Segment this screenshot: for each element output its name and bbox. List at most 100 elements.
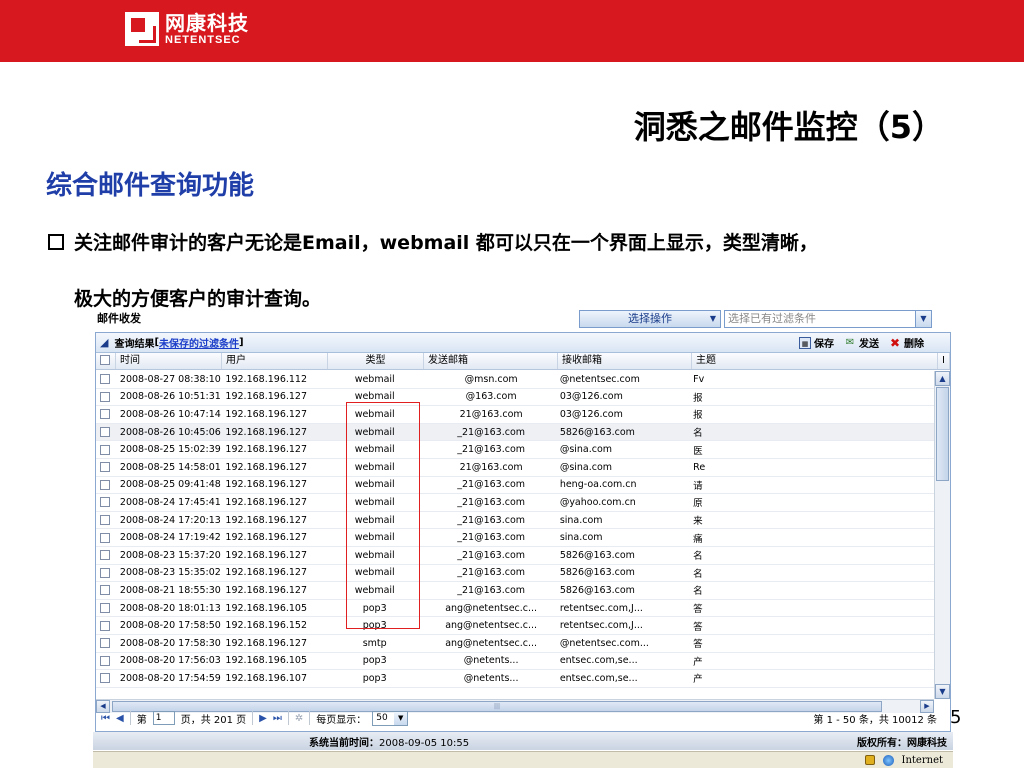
cell-user: 192.168.196.127 [225, 584, 308, 596]
row-checkbox[interactable] [100, 462, 110, 473]
delete-icon: ✖ [889, 335, 901, 350]
table-row[interactable]: 2008-08-20 17:58:30 192.168.196.127 smtp an… [96, 635, 934, 653]
save-button[interactable]: ▦ 保存 [799, 335, 834, 350]
table-row[interactable]: 2008-08-20 18:01:13 192.168.196.105 pop3 an… [96, 600, 934, 618]
bullet-item: 关注邮件审计的客户无论是Email，webmail 都可以只在一个界面上显示，类… [48, 228, 818, 255]
row-checkbox[interactable] [100, 391, 110, 402]
select-all-checkbox[interactable] [100, 355, 110, 365]
row-checkbox-cell[interactable] [96, 497, 116, 508]
table-row[interactable]: 2008-08-26 10:45:06 192.168.196.127 webmai… [96, 423, 934, 442]
row-checkbox[interactable] [100, 409, 110, 420]
globe-icon [882, 754, 894, 766]
row-checkbox[interactable] [100, 638, 110, 649]
unsaved-filter-link[interactable]: 未保存的过滤条件 [159, 335, 239, 350]
table-row[interactable]: 2008-08-25 09:41:48 192.168.196.127 webmai… [96, 477, 934, 495]
row-checkbox[interactable] [100, 444, 110, 455]
last-page-icon[interactable]: ⏭ [273, 713, 282, 724]
row-checkbox-cell[interactable] [96, 567, 116, 578]
row-checkbox-cell[interactable] [96, 374, 116, 385]
row-checkbox[interactable] [100, 620, 110, 631]
row-checkbox-cell[interactable] [96, 673, 116, 684]
row-checkbox-cell[interactable] [96, 620, 116, 631]
cell-to: @netentsec.com... [559, 637, 649, 649]
row-checkbox[interactable] [100, 532, 110, 543]
cell-user: 192.168.196.127 [225, 496, 308, 508]
row-checkbox[interactable] [100, 567, 110, 578]
table-row[interactable]: 2008-08-24 17:45:41 192.168.196.127 webmai… [96, 494, 934, 512]
column-header-to[interactable]: 接收邮箱 [558, 353, 692, 369]
row-checkbox[interactable] [100, 603, 110, 614]
column-header-from[interactable]: 发送邮箱 [424, 353, 558, 369]
table-row[interactable]: 2008-08-21 18:55:30 192.168.196.127 webmai… [96, 582, 934, 600]
table-row[interactable]: 2008-08-26 10:47:14 192.168.196.127 webmai… [96, 406, 934, 424]
cell-to: 5826@163.com [559, 584, 635, 596]
scroll-up-icon[interactable]: ▲ [935, 371, 950, 386]
arrow-down-right-icon: ◢ [100, 336, 109, 349]
column-header-user[interactable]: 用户 [222, 353, 328, 369]
row-checkbox-cell[interactable] [96, 462, 116, 473]
row-checkbox-cell[interactable] [96, 479, 116, 490]
cell-type: pop3 [362, 620, 387, 632]
per-page-select[interactable]: 50 ▼ [372, 710, 409, 726]
cell-to: entsec.com,se... [559, 672, 638, 684]
row-checkbox[interactable] [100, 585, 110, 596]
per-page-label: 每页显示： [316, 714, 367, 726]
row-checkbox[interactable] [100, 497, 110, 508]
table-row[interactable]: 2008-08-25 15:02:39 192.168.196.127 webmai… [96, 441, 934, 459]
chevron-down-icon[interactable]: ▼ [394, 711, 408, 725]
table-row[interactable]: 2008-08-24 17:20:13 192.168.196.127 webmai… [96, 512, 934, 530]
row-checkbox-cell[interactable] [96, 515, 116, 526]
row-checkbox-cell[interactable] [96, 603, 116, 614]
first-page-icon[interactable]: ⏮ [101, 713, 110, 724]
column-header-subject[interactable]: 主题 [692, 353, 938, 369]
row-checkbox-cell[interactable] [96, 444, 116, 455]
cell-from: _21@163.com [457, 426, 526, 438]
chevron-down-icon[interactable]: ▼ [915, 311, 931, 327]
cell-type: webmail [354, 532, 395, 544]
cell-subject: 答 [693, 621, 703, 633]
table-row[interactable]: 2008-08-26 10:51:31 192.168.196.127 webmai… [96, 389, 934, 407]
row-checkbox[interactable] [100, 655, 110, 666]
delete-button[interactable]: ✖ 删除 [889, 335, 924, 351]
row-checkbox[interactable] [100, 479, 110, 490]
row-checkbox[interactable] [100, 515, 110, 526]
send-button[interactable]: ✉ 发送 [844, 335, 879, 351]
row-checkbox-cell[interactable] [96, 638, 116, 649]
table-row[interactable]: 2008-08-20 17:56:03 192.168.196.105 pop3 @n… [96, 653, 934, 671]
table-row[interactable]: 2008-08-23 15:35:02 192.168.196.127 webmai… [96, 565, 934, 583]
table-row[interactable]: 2008-08-23 15:37:20 192.168.196.127 webmai… [96, 547, 934, 565]
row-checkbox-cell[interactable] [96, 391, 116, 402]
cell-user: 192.168.196.127 [225, 532, 308, 544]
table-row[interactable]: 2008-08-24 17:19:42 192.168.196.127 webmai… [96, 529, 934, 547]
column-header-extra[interactable]: I [938, 353, 950, 369]
row-checkbox-cell[interactable] [96, 655, 116, 666]
column-header-type[interactable]: 类型 [328, 353, 424, 369]
row-checkbox-cell[interactable] [96, 550, 116, 561]
row-checkbox-cell[interactable] [96, 532, 116, 543]
row-checkbox[interactable] [100, 550, 110, 561]
vertical-scroll-thumb[interactable] [936, 387, 949, 481]
row-checkbox[interactable] [100, 673, 110, 684]
row-checkbox-cell[interactable] [96, 427, 116, 438]
refresh-icon[interactable]: ✲ [295, 713, 303, 724]
row-checkbox-cell[interactable] [96, 585, 116, 596]
scroll-down-icon[interactable]: ▼ [935, 684, 950, 699]
table-row[interactable]: 2008-08-27 08:38:10 192.168.196.112 webmai… [96, 371, 934, 389]
row-checkbox-cell[interactable] [96, 409, 116, 420]
cell-to: @yahoo.com.cn [559, 496, 636, 508]
row-checkbox[interactable] [100, 374, 110, 385]
vertical-scrollbar[interactable]: ▲ ▼ [934, 371, 950, 699]
prev-page-icon[interactable]: ◀ [116, 713, 124, 724]
table-row[interactable]: 2008-08-20 17:54:59 192.168.196.107 pop3 @n… [96, 670, 934, 688]
table-row[interactable]: 2008-08-25 14:58:01 192.168.196.127 webmai… [96, 459, 934, 477]
column-header-time[interactable]: 时间 [116, 353, 222, 369]
table-row[interactable]: 2008-08-20 17:58:50 192.168.196.152 pop3 an… [96, 617, 934, 635]
row-checkbox[interactable] [100, 427, 110, 438]
header-checkbox-cell[interactable] [96, 353, 116, 369]
operation-select[interactable]: 选择操作 ▼ [579, 310, 721, 328]
page-number-input[interactable]: 1 [152, 711, 175, 725]
next-page-icon[interactable]: ▶ [259, 713, 267, 724]
filter-select[interactable]: 选择已有过滤条件 ▼ [724, 310, 932, 328]
cell-user: 192.168.196.107 [225, 672, 308, 684]
cell-time: 2008-08-25 15:02:39 [119, 444, 221, 456]
